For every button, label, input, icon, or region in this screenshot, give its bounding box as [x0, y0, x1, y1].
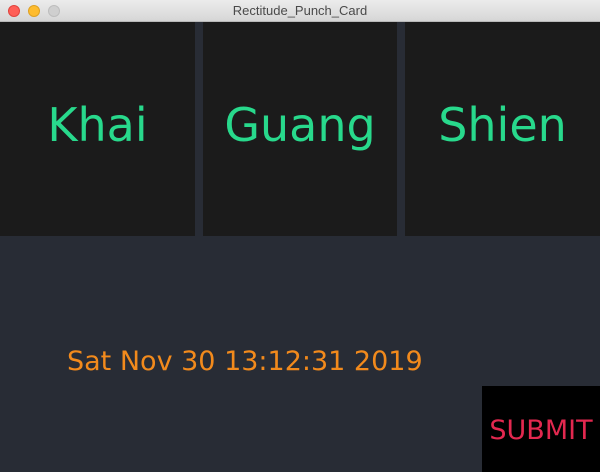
name-label: Khai: [47, 98, 148, 152]
window-title: Rectitude_Punch_Card: [232, 3, 368, 18]
app-window: Rectitude_Punch_Card Khai Guang Shien Sa…: [0, 0, 600, 472]
name-label: Shien: [438, 98, 567, 152]
submit-button[interactable]: SUBMIT: [482, 386, 600, 472]
name-label: Guang: [224, 98, 376, 152]
current-datetime: Sat Nov 30 13:12:31 2019: [67, 346, 423, 377]
title-bar: Rectitude_Punch_Card: [0, 0, 600, 22]
name-tile-shien[interactable]: Shien: [405, 22, 600, 236]
name-tile-khai[interactable]: Khai: [0, 22, 195, 236]
main-content: Khai Guang Shien Sat Nov 30 13:12:31 201…: [0, 22, 600, 472]
name-tile-guang[interactable]: Guang: [203, 22, 397, 236]
